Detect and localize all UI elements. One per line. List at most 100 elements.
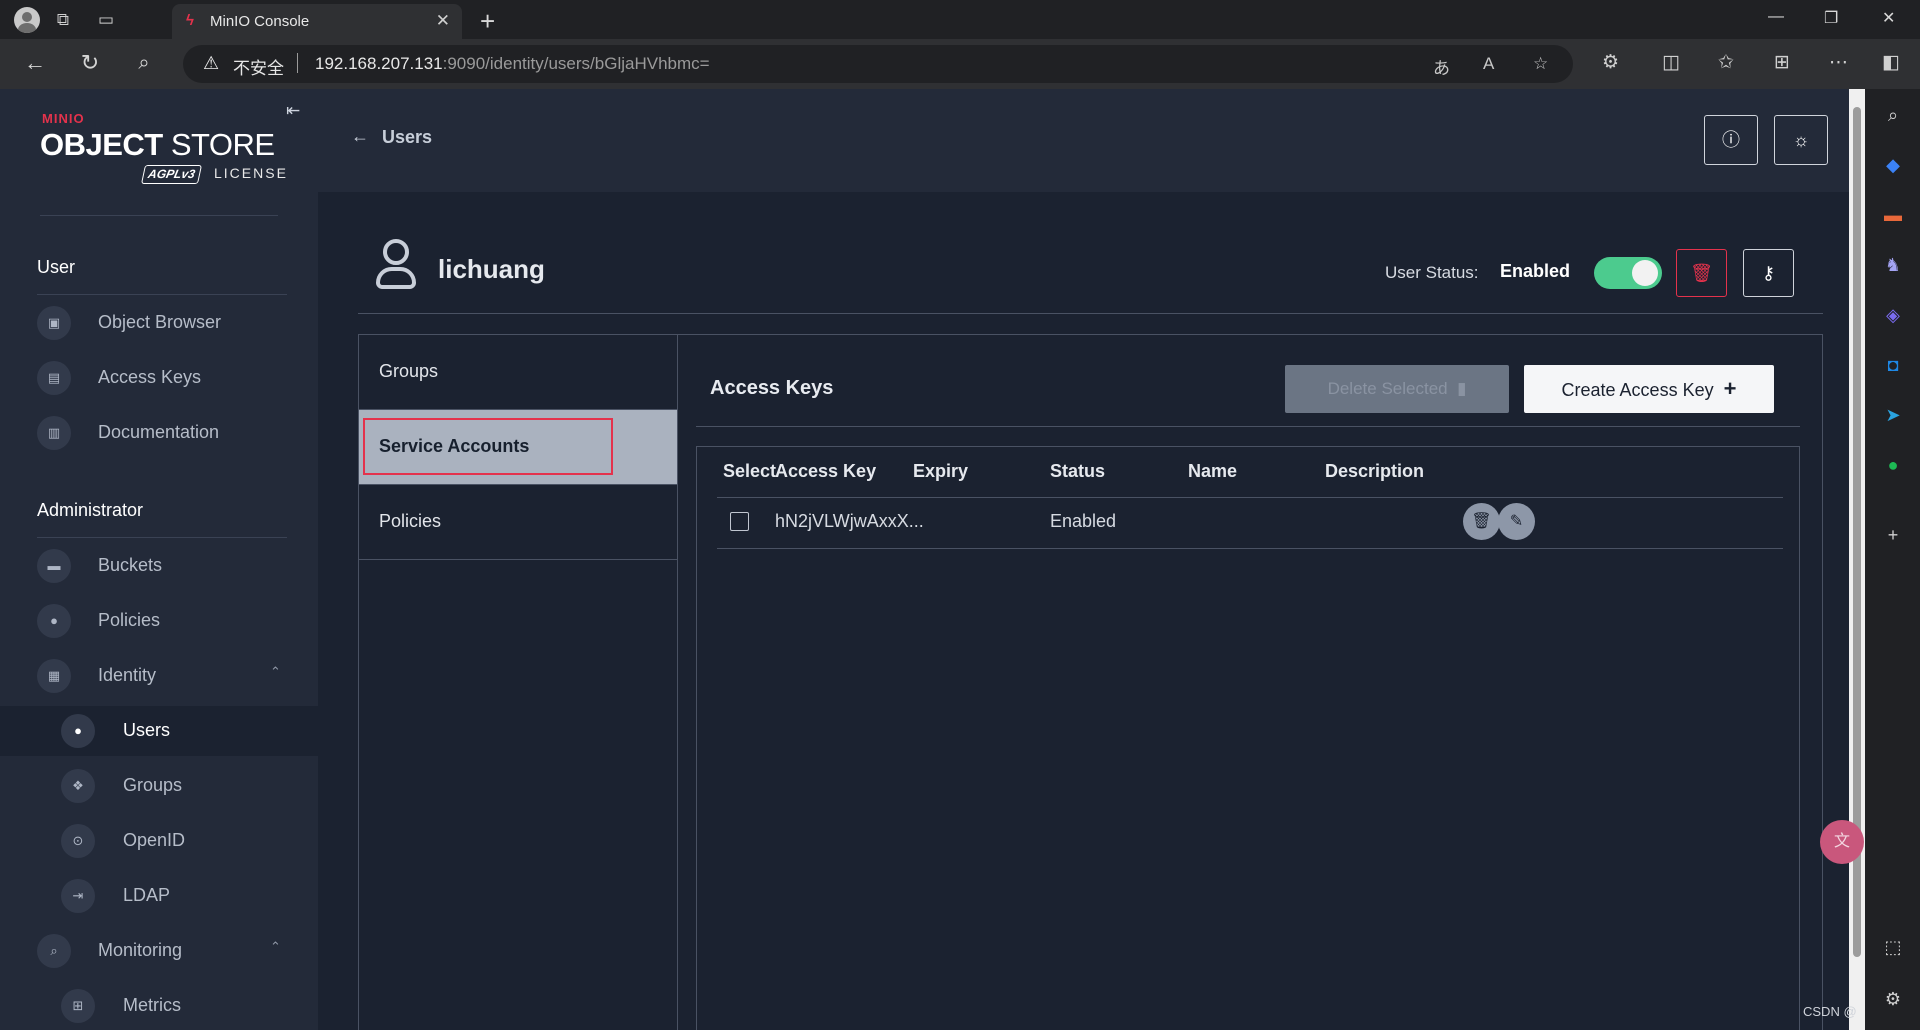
sidebar-item-access-keys[interactable]: ▤ Access Keys xyxy=(0,353,318,403)
user-status-toggle[interactable] xyxy=(1594,257,1662,289)
delete-user-button[interactable]: 🗑 xyxy=(1676,249,1727,297)
sidebar-item-label: Policies xyxy=(98,610,161,630)
browser-tab-bar: ⧉ ▭ ϟ MinIO Console ✕ + — ❐ ✕ xyxy=(0,0,1920,39)
object-browser-icon: ▣ xyxy=(37,306,71,340)
translate-icon[interactable]: あ xyxy=(1433,54,1450,79)
status-cell: Enabled xyxy=(1050,511,1117,531)
delete-selected-button[interactable]: Delete Selected ▮ xyxy=(1285,365,1509,413)
column-header[interactable]: Expiry xyxy=(913,461,968,482)
split-screen-icon[interactable]: ◫ xyxy=(1662,51,1680,74)
sidebar-item-object-browser[interactable]: ▣ Object Browser xyxy=(0,298,318,348)
more-icon[interactable]: ⋯ xyxy=(1829,51,1848,74)
trash-icon: 🗑 xyxy=(1690,263,1713,283)
ldap-icon: ⇥ xyxy=(61,879,95,913)
new-tab-icon[interactable]: + xyxy=(480,6,495,37)
sidebar-item-ldap[interactable]: ⇥ LDAP xyxy=(0,871,318,921)
tab-label: Groups xyxy=(379,361,439,381)
search-icon[interactable]: ⌕ xyxy=(1881,103,1905,127)
access-keys-panel: Access Keys Delete Selected ▮ Create Acc… xyxy=(678,334,1823,1030)
help-button[interactable]: ⓘ xyxy=(1704,115,1758,165)
tab-label: Service Accounts xyxy=(379,436,530,456)
browser-tab[interactable]: ϟ MinIO Console ✕ xyxy=(172,4,462,39)
close-window-icon[interactable]: ✕ xyxy=(1882,8,1895,28)
extensions-icon[interactable]: ⚙ xyxy=(1602,51,1619,74)
page-header: ← Users ⓘ ☼ xyxy=(318,89,1849,192)
row-divider xyxy=(717,548,1783,549)
telegram-icon[interactable]: ➤ xyxy=(1881,403,1905,427)
create-access-key-button[interactable]: Create Access Key + xyxy=(1524,365,1774,413)
access-keys-icon: ▤ xyxy=(37,361,71,395)
monitoring-icon: ⌕ xyxy=(37,934,71,968)
sidebar-item-users[interactable]: ● Users xyxy=(0,706,318,756)
settings-icon[interactable]: ⚙ xyxy=(1881,987,1905,1011)
theme-toggle-button[interactable]: ☼ xyxy=(1774,115,1828,165)
sun-icon: ☼ xyxy=(1792,130,1810,150)
sidebar-item-policies[interactable]: ● Policies xyxy=(0,596,318,646)
translate-float-icon[interactable]: 文 xyxy=(1820,820,1864,864)
refresh-icon[interactable]: ↻ xyxy=(77,51,103,75)
sidebar-item-label: Monitoring xyxy=(98,940,183,960)
chevron-up-icon[interactable]: ⌃ xyxy=(270,664,281,680)
column-header[interactable]: Description xyxy=(1325,461,1424,482)
collapse-sidebar-icon[interactable]: ⇤ xyxy=(286,101,300,121)
spotify-icon[interactable]: ● xyxy=(1881,453,1905,477)
copilot-icon[interactable]: ◈ xyxy=(1881,303,1905,327)
sidebar-item-metrics[interactable]: ⊞ Metrics xyxy=(0,981,318,1030)
edit-row-button[interactable]: ✎ xyxy=(1498,503,1535,540)
back-arrow-icon[interactable]: ← xyxy=(351,126,369,147)
chevron-up-icon[interactable]: ⌃ xyxy=(270,939,281,955)
logo-product-light: STORE xyxy=(162,127,275,162)
delete-row-button[interactable]: 🗑 xyxy=(1463,503,1500,540)
logo-product: OBJECT STORE xyxy=(40,127,275,163)
games-icon[interactable]: ♞ xyxy=(1881,253,1905,277)
search-icon[interactable]: ⌕ xyxy=(131,51,157,75)
page-scrollbar[interactable] xyxy=(1849,89,1865,1030)
user-status-value: Enabled xyxy=(1500,261,1571,281)
sidebar-item-openid[interactable]: ⊙ OpenID xyxy=(0,816,318,866)
column-header[interactable]: Name xyxy=(1188,461,1237,482)
close-icon[interactable]: ✕ xyxy=(436,11,450,31)
sidebar-item-monitoring[interactable]: ⌕ Monitoring ⌃ xyxy=(0,926,318,976)
browser-toolbar: ← ↻ ⌕ ⚠ 不安全 192.168.207.131:9090/identit… xyxy=(0,39,1920,89)
favorites-icon[interactable]: ✩ xyxy=(1718,51,1734,74)
breadcrumb[interactable]: Users xyxy=(382,127,432,148)
address-bar[interactable]: ⚠ 不安全 192.168.207.131:9090/identity/user… xyxy=(183,45,1573,83)
tab-policies[interactable]: Policies xyxy=(359,485,677,560)
shopping-tag-icon[interactable]: ◆ xyxy=(1881,153,1905,177)
add-icon[interactable]: + xyxy=(1881,523,1905,547)
sidebar-item-label: Identity xyxy=(98,665,157,685)
logo-product-bold: OBJECT xyxy=(40,127,163,162)
sidebar-item-groups[interactable]: ❖ Groups xyxy=(0,761,318,811)
sidebar: MINIO OBJECT STORE AGPLv3 LICENSE ⇤ User… xyxy=(0,89,318,1030)
sidebar-item-documentation[interactable]: ▥ Documentation xyxy=(0,408,318,458)
tab-groups[interactable]: Groups xyxy=(359,335,677,410)
sidebar-icon[interactable]: ◧ xyxy=(1882,51,1900,74)
security-warning: 不安全 xyxy=(233,59,284,78)
change-password-button[interactable]: ⚷ xyxy=(1743,249,1794,297)
create-access-key-label: Create Access Key xyxy=(1561,380,1714,400)
delete-selected-label: Delete Selected xyxy=(1327,379,1448,398)
workspaces-icon[interactable]: ⧉ xyxy=(52,9,74,31)
read-aloud-icon[interactable]: A xyxy=(1483,54,1494,74)
outlook-icon[interactable]: ◘ xyxy=(1881,353,1905,377)
screenshot-icon[interactable]: ⬚ xyxy=(1881,935,1905,959)
restore-icon[interactable]: ❐ xyxy=(1824,8,1838,28)
sidebar-item-buckets[interactable]: ▬ Buckets xyxy=(0,541,318,591)
column-header[interactable]: Access Key xyxy=(775,461,876,482)
tab-service-accounts[interactable]: Service Accounts xyxy=(359,410,677,485)
minimize-icon[interactable]: — xyxy=(1768,8,1784,26)
sidebar-item-identity[interactable]: ▦ Identity ⌃ xyxy=(0,651,318,701)
column-header[interactable]: Status xyxy=(1050,461,1105,482)
tab-actions-icon[interactable]: ▭ xyxy=(95,9,117,31)
users-icon: ● xyxy=(61,714,95,748)
collections-icon[interactable]: ⊞ xyxy=(1774,51,1790,74)
row-checkbox[interactable] xyxy=(730,512,749,531)
section-divider xyxy=(37,294,287,295)
favorite-icon[interactable]: ☆ xyxy=(1533,54,1548,74)
profile-avatar[interactable] xyxy=(14,7,40,33)
url-text: 192.168.207.131:9090/identity/users/bGlj… xyxy=(315,54,710,74)
back-icon[interactable]: ← xyxy=(22,51,48,75)
plus-icon: + xyxy=(1723,376,1737,401)
watermark: CSDN @ xyxy=(1803,1004,1857,1019)
tools-icon[interactable]: ▬ xyxy=(1881,203,1905,227)
